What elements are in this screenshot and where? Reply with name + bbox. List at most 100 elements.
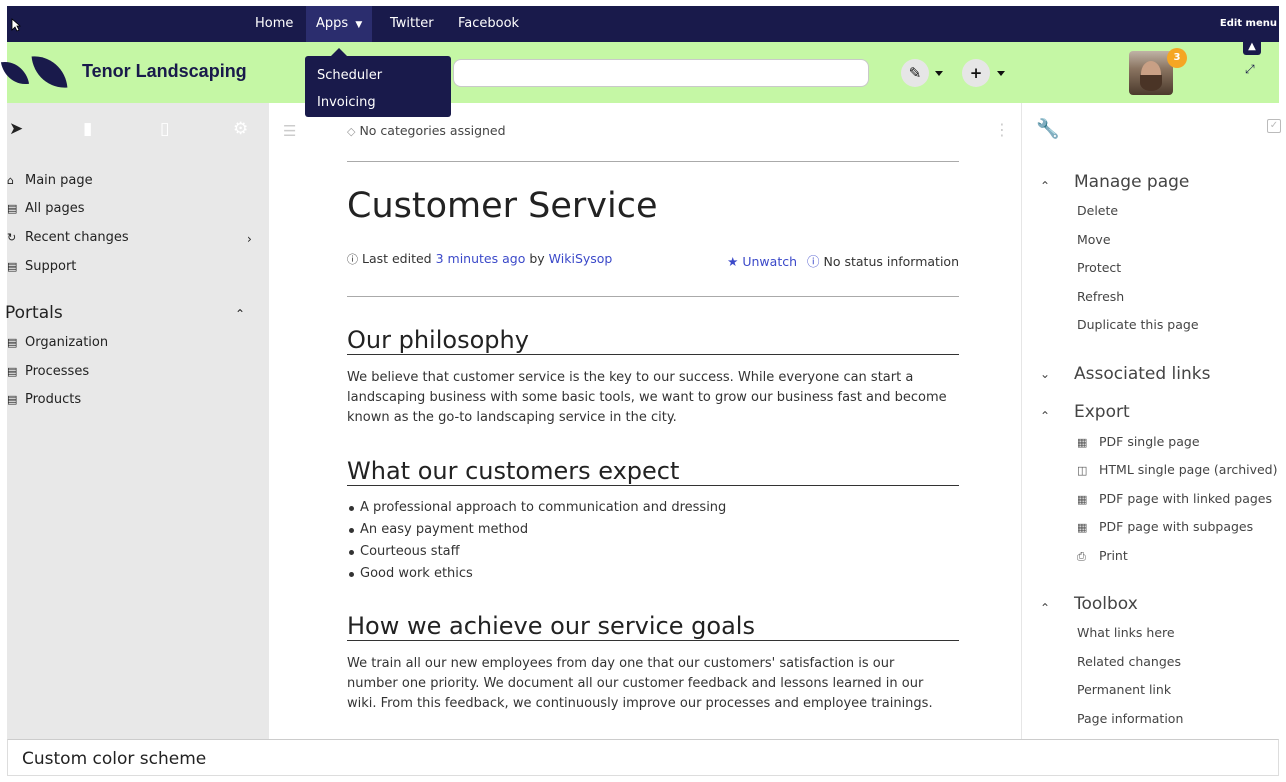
- export-label: PDF page with subpages: [1099, 519, 1254, 534]
- more-options-icon[interactable]: ⋮: [994, 120, 1010, 139]
- page-icon: ▤: [7, 393, 18, 406]
- history-icon: ↻: [7, 231, 17, 244]
- pencil-icon: ✎: [908, 64, 922, 82]
- last-edited-link[interactable]: 3 minutes ago: [436, 251, 526, 266]
- chevron-up-icon[interactable]: ⌃: [1040, 179, 1050, 193]
- edit-dropdown-caret-icon[interactable]: [935, 71, 943, 76]
- chevron-up-icon[interactable]: ⌃: [235, 307, 245, 321]
- sidebar-item-label: Main page: [25, 173, 93, 188]
- categories-text: No categories assigned: [359, 123, 506, 138]
- menu-item-scheduler[interactable]: Scheduler: [305, 63, 451, 90]
- avatar-beard: [1140, 75, 1162, 91]
- chevron-down-icon[interactable]: ⌄: [1040, 367, 1050, 381]
- add-button[interactable]: +: [962, 59, 990, 87]
- sidebar-item-support[interactable]: ▤ Support: [7, 257, 76, 277]
- list-item: A professional approach to communication…: [347, 497, 726, 519]
- export-label: Print: [1099, 548, 1128, 563]
- section-paragraph: We train all our new employees from day …: [347, 656, 933, 711]
- action-refresh[interactable]: Refresh: [1077, 287, 1124, 307]
- edit-menu-link[interactable]: Edit menu: [1220, 6, 1277, 42]
- nav-facebook-link[interactable]: Facebook: [458, 6, 519, 42]
- action-duplicate[interactable]: Duplicate this page: [1077, 315, 1199, 335]
- sidebar-item-all-pages[interactable]: ▤ All pages: [7, 199, 85, 219]
- page-icon: ▤: [7, 365, 18, 378]
- export-heading[interactable]: Export: [1074, 402, 1130, 422]
- sidebar-item-main-page[interactable]: ⌂ Main page: [7, 171, 93, 191]
- categories-line[interactable]: ◇ No categories assigned: [347, 123, 506, 138]
- tool-permanent-link[interactable]: Permanent link: [1077, 680, 1171, 700]
- chevron-up-icon: ▲: [1248, 41, 1256, 52]
- toolbox-heading[interactable]: Toolbox: [1074, 594, 1138, 614]
- clipboard-icon[interactable]: ▯: [160, 119, 169, 139]
- unwatch-label: Unwatch: [742, 254, 798, 269]
- page-title: Customer Service: [347, 186, 658, 226]
- list-item: An easy payment method: [347, 519, 726, 541]
- sidebar-item-label: All pages: [25, 201, 85, 216]
- tool-what-links-here[interactable]: What links here: [1077, 623, 1175, 643]
- export-html-archived[interactable]: ◫ HTML single page (archived): [1077, 460, 1278, 480]
- top-navigation-bar: Home Apps ▼ Twitter Facebook Edit menu: [7, 6, 1279, 42]
- brand-name: Tenor Landscaping: [82, 61, 247, 81]
- export-pdf-linked[interactable]: ▦ PDF page with linked pages: [1077, 489, 1272, 509]
- section-paragraph: We believe that customer service is the …: [347, 370, 947, 425]
- nav-twitter-link[interactable]: Twitter: [390, 6, 434, 42]
- page-meta: ⓘ Last edited 3 minutes ago by WikiSysop: [347, 251, 612, 267]
- checkbox-icon[interactable]: ✓: [1267, 119, 1281, 133]
- sidebar-item-processes[interactable]: ▤ Processes: [7, 362, 89, 382]
- portals-heading[interactable]: Portals: [5, 303, 63, 323]
- logo[interactable]: Tenor Landscaping: [0, 42, 269, 103]
- hamburger-menu-icon[interactable]: ☰: [283, 122, 296, 140]
- export-pdf-single[interactable]: ▦ PDF single page: [1077, 432, 1200, 452]
- add-dropdown-caret-icon[interactable]: [997, 71, 1005, 76]
- notification-badge[interactable]: 3: [1167, 48, 1187, 68]
- menu-item-invoicing[interactable]: Invoicing: [305, 90, 451, 117]
- wrench-icon[interactable]: 🔧: [1036, 117, 1060, 140]
- dropdown-arrow: [331, 48, 347, 56]
- sidebar-item-organization[interactable]: ▤ Organization: [7, 333, 108, 353]
- sidebar-item-products[interactable]: ▤ Products: [7, 390, 81, 410]
- left-sidebar: ➤ ▮ ▯ ⚙ ⌂ Main page ▤ All pages ↻ Recent ch…: [5, 103, 269, 739]
- page-icon: ▤: [7, 336, 18, 349]
- action-move[interactable]: Move: [1077, 230, 1111, 250]
- nav-apps-tab[interactable]: Apps ▼: [306, 6, 373, 42]
- export-pdf-subpages[interactable]: ▦ PDF page with subpages: [1077, 517, 1253, 537]
- collapse-header-button[interactable]: ▲: [1243, 39, 1261, 55]
- chevron-up-icon[interactable]: ⌃: [1040, 409, 1050, 423]
- navigation-icon[interactable]: ➤: [9, 119, 23, 139]
- page-icon: ▤: [7, 260, 18, 273]
- tool-related-changes[interactable]: Related changes: [1077, 652, 1181, 672]
- last-edited-label: Last edited: [361, 251, 432, 266]
- status-indicator[interactable]: ⓘ No status information: [807, 254, 959, 269]
- fullscreen-icon[interactable]: ⤢: [1245, 62, 1255, 77]
- info-icon: ⓘ: [347, 253, 358, 266]
- chevron-up-icon[interactable]: ⌃: [1040, 601, 1050, 615]
- sidebar-item-label: Recent changes: [25, 230, 129, 245]
- chevron-right-icon[interactable]: ›: [247, 232, 252, 246]
- sidebar-item-recent-changes[interactable]: ↻ Recent changes: [7, 228, 129, 248]
- right-sidebar: 🔧 ✓ ⌃ Manage page Delete Move Protect Re…: [1021, 103, 1281, 739]
- sidebar-item-label: Products: [25, 392, 82, 407]
- pdf-icon: ▦: [1077, 436, 1088, 449]
- action-delete[interactable]: Delete: [1077, 201, 1118, 221]
- print-icon: ⎙: [1077, 550, 1086, 563]
- unwatch-button[interactable]: ★ Unwatch: [727, 254, 801, 269]
- image-caption: Custom color scheme: [7, 739, 1279, 776]
- associated-links-heading[interactable]: Associated links: [1074, 364, 1210, 384]
- info-circle-icon: ⓘ: [807, 254, 820, 269]
- gear-icon[interactable]: ⚙: [233, 119, 248, 139]
- chevron-down-icon: ▼: [355, 20, 363, 30]
- action-protect[interactable]: Protect: [1077, 258, 1121, 278]
- book-icon[interactable]: ▮: [83, 119, 92, 139]
- manage-page-heading[interactable]: Manage page: [1074, 172, 1189, 192]
- tag-icon: ◇: [347, 125, 356, 138]
- divider: [347, 161, 959, 162]
- by-label: by: [529, 251, 545, 266]
- tool-page-information[interactable]: Page information: [1077, 709, 1183, 729]
- main-content: ◇ No categories assigned ⋮ Customer Serv…: [347, 103, 1010, 739]
- edit-button[interactable]: ✎: [901, 59, 929, 87]
- page-actions: ★ Unwatch ⓘ No status information: [727, 251, 959, 270]
- user-link[interactable]: WikiSysop: [549, 251, 613, 266]
- search-input[interactable]: [453, 59, 869, 87]
- nav-home-link[interactable]: Home: [255, 6, 293, 42]
- export-print[interactable]: ⎙ Print: [1077, 546, 1128, 566]
